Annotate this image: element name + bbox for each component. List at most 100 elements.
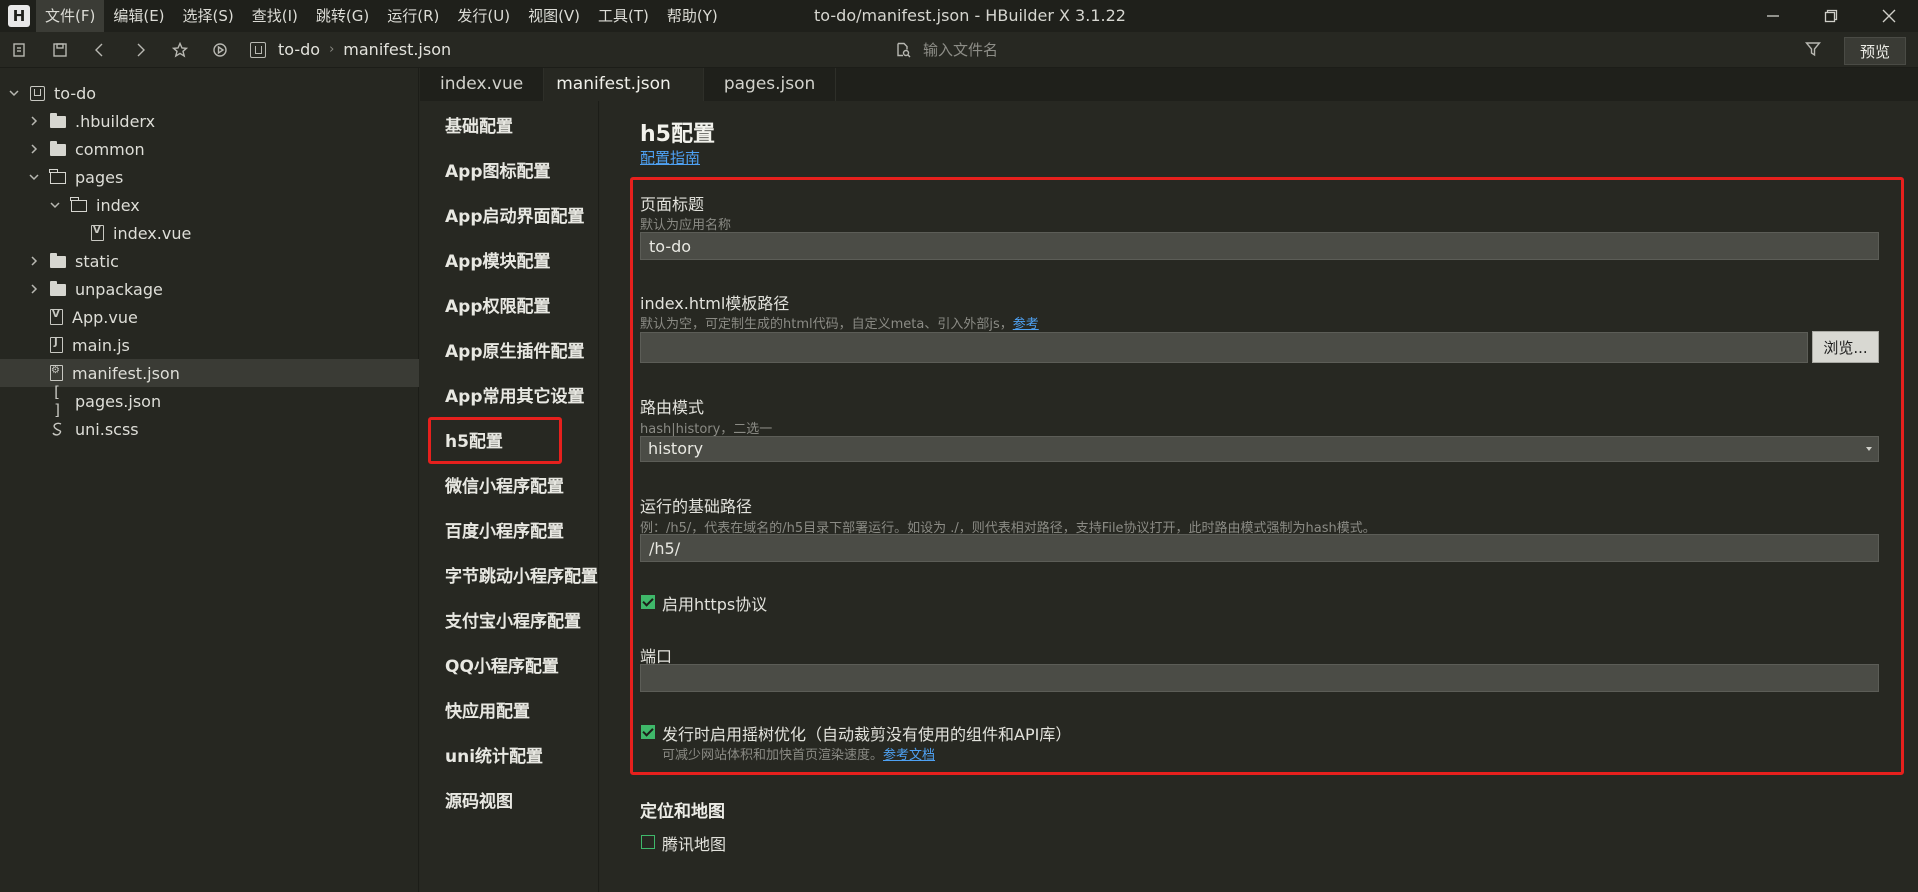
- tree-item-label: static: [75, 251, 119, 271]
- tree-shaking-hint-text: 可减少网站体积和加快首页渲染速度。: [662, 748, 884, 763]
- tree-shaking-doc-link[interactable]: 参考文档: [883, 748, 935, 763]
- hbuilderx-window: 文件(F) 编辑(E) 选择(S) 查找(I) 跳转(G) 运行(R) 发行(U…: [0, 0, 1918, 892]
- menu-file[interactable]: 文件(F): [36, 0, 105, 32]
- close-button[interactable]: [1860, 0, 1918, 32]
- new-file-button[interactable]: [0, 32, 40, 68]
- filter-icon: [1805, 42, 1821, 57]
- menu-tools[interactable]: 工具(T): [589, 0, 658, 32]
- tree-item-label: to-do: [54, 83, 97, 103]
- config-nav-uni-stat[interactable]: uni统计配置: [445, 742, 543, 772]
- preview-button[interactable]: 预览: [1844, 37, 1906, 65]
- tree-item-label: index.vue: [113, 223, 192, 243]
- config-nav-app-other[interactable]: App常用其它设置: [445, 382, 585, 412]
- config-nav-weixin[interactable]: 微信小程序配置: [445, 472, 564, 502]
- template-path-input[interactable]: [640, 332, 1808, 363]
- tab-pages-json[interactable]: pages.json: [704, 68, 837, 101]
- config-nav-qq[interactable]: QQ小程序配置: [445, 652, 559, 682]
- chevron-down-icon[interactable]: [49, 199, 61, 211]
- breadcrumb-file[interactable]: manifest.json: [343, 40, 451, 59]
- folder-open-icon: [70, 197, 87, 212]
- folder-icon: [50, 141, 66, 156]
- play-circle-icon: [213, 42, 227, 57]
- tree-item-common[interactable]: common: [0, 135, 419, 163]
- config-nav-quickapp[interactable]: 快应用配置: [445, 697, 530, 727]
- manifest-file-icon: [50, 365, 63, 381]
- tree-shaking-label[interactable]: 发行时启用摇树优化（自动裁剪没有使用的组件和API库）: [662, 721, 1071, 745]
- breadcrumb-project[interactable]: to-do: [278, 40, 320, 59]
- forward-button[interactable]: [120, 32, 160, 68]
- back-button[interactable]: [80, 32, 120, 68]
- config-nav-app-icon[interactable]: App图标配置: [445, 157, 551, 187]
- tree-item-to-do[interactable]: to-do: [0, 79, 419, 107]
- tree-item-uni-scss[interactable]: uni.scss: [0, 415, 419, 443]
- https-label[interactable]: 启用https协议: [662, 591, 767, 615]
- config-nav-source-view[interactable]: 源码视图: [445, 787, 513, 817]
- tree-item-static[interactable]: static: [0, 247, 419, 275]
- save-icon: [53, 42, 67, 57]
- menu-publish[interactable]: 发行(U): [448, 0, 519, 32]
- tab-manifest-json[interactable]: manifest.json: [544, 68, 704, 101]
- maximize-button[interactable]: [1802, 0, 1860, 32]
- chevron-down-icon[interactable]: [28, 171, 40, 183]
- config-nav-basic[interactable]: 基础配置: [445, 112, 513, 142]
- tencent-map-label[interactable]: 腾讯地图: [662, 831, 726, 855]
- config-guide-link[interactable]: 配置指南: [640, 147, 700, 168]
- minimize-button[interactable]: [1744, 0, 1802, 32]
- tree-item-label: .hbuilderx: [75, 111, 156, 131]
- config-nav-baidu[interactable]: 百度小程序配置: [445, 517, 564, 547]
- browse-button[interactable]: 浏览...: [1812, 331, 1879, 363]
- chevron-right-icon[interactable]: [28, 255, 40, 267]
- tree-item-unpackage[interactable]: unpackage: [0, 275, 419, 303]
- hbuilder-logo-icon: [8, 5, 30, 27]
- chevron-right-icon[interactable]: [28, 283, 40, 295]
- tree-item-main-js[interactable]: main.js: [0, 331, 419, 359]
- menu-bar: 文件(F) 编辑(E) 选择(S) 查找(I) 跳转(G) 运行(R) 发行(U…: [36, 0, 727, 32]
- folder-open-icon: [49, 169, 66, 184]
- menu-view[interactable]: 视图(V): [519, 0, 589, 32]
- chevron-down-icon[interactable]: [8, 87, 20, 99]
- menu-help[interactable]: 帮助(Y): [658, 0, 727, 32]
- config-nav-app-modules[interactable]: App模块配置: [445, 247, 551, 277]
- chevron-right-icon[interactable]: [28, 115, 40, 127]
- template-path-ref-link[interactable]: 参考: [1013, 317, 1039, 332]
- config-nav-h5[interactable]: h5配置: [445, 427, 503, 457]
- save-button[interactable]: [40, 32, 80, 68]
- filter-button[interactable]: [1805, 41, 1821, 61]
- menu-run[interactable]: 运行(R): [378, 0, 448, 32]
- tree-item-pages[interactable]: pages: [0, 163, 419, 191]
- base-path-input[interactable]: [640, 534, 1879, 562]
- config-nav-alipay[interactable]: 支付宝小程序配置: [445, 607, 581, 637]
- tree-item-app-vue[interactable]: App.vue: [0, 303, 419, 331]
- folder-icon: [50, 281, 66, 296]
- chevron-left-icon: [95, 43, 103, 56]
- port-input[interactable]: [640, 664, 1879, 692]
- tab-index-vue[interactable]: index.vue: [420, 68, 545, 101]
- menu-edit[interactable]: 编辑(E): [104, 0, 173, 32]
- config-nav-app-native-plugins[interactable]: App原生插件配置: [445, 337, 585, 367]
- tree-item-index[interactable]: index: [0, 191, 419, 219]
- config-nav-toutiao[interactable]: 字节跳动小程序配置: [445, 562, 598, 592]
- menu-goto[interactable]: 跳转(G): [307, 0, 378, 32]
- run-button[interactable]: [200, 32, 240, 68]
- minimize-icon: [1767, 15, 1779, 17]
- editor-tabs: index.vue manifest.json pages.json: [420, 68, 1918, 101]
- menu-select[interactable]: 选择(S): [174, 0, 243, 32]
- title-bar: 文件(F) 编辑(E) 选择(S) 查找(I) 跳转(G) 运行(R) 发行(U…: [0, 0, 1918, 32]
- tree-item-hbuilderx[interactable]: .hbuilderx: [0, 107, 419, 135]
- restore-icon: [1824, 9, 1838, 23]
- tree-shaking-checkbox[interactable]: [641, 725, 655, 739]
- https-checkbox[interactable]: [641, 595, 655, 609]
- chevron-right-icon[interactable]: [28, 143, 40, 155]
- tencent-map-checkbox[interactable]: [641, 835, 655, 849]
- page-title-input[interactable]: [640, 232, 1879, 260]
- tree-item-pages-json[interactable]: [ ] pages.json: [0, 383, 419, 419]
- json-file-icon: [ ]: [54, 383, 62, 419]
- tree-item-index-vue[interactable]: index.vue: [0, 219, 419, 247]
- config-nav-app-permissions[interactable]: App权限配置: [445, 292, 551, 322]
- toolbar: to-do › manifest.json 预览: [0, 32, 1918, 68]
- menu-find[interactable]: 查找(I): [243, 0, 307, 32]
- router-mode-select[interactable]: history: [640, 436, 1879, 462]
- favorite-button[interactable]: [160, 32, 200, 68]
- file-search-input[interactable]: [923, 41, 1423, 59]
- config-nav-app-splash[interactable]: App启动界面配置: [445, 202, 585, 232]
